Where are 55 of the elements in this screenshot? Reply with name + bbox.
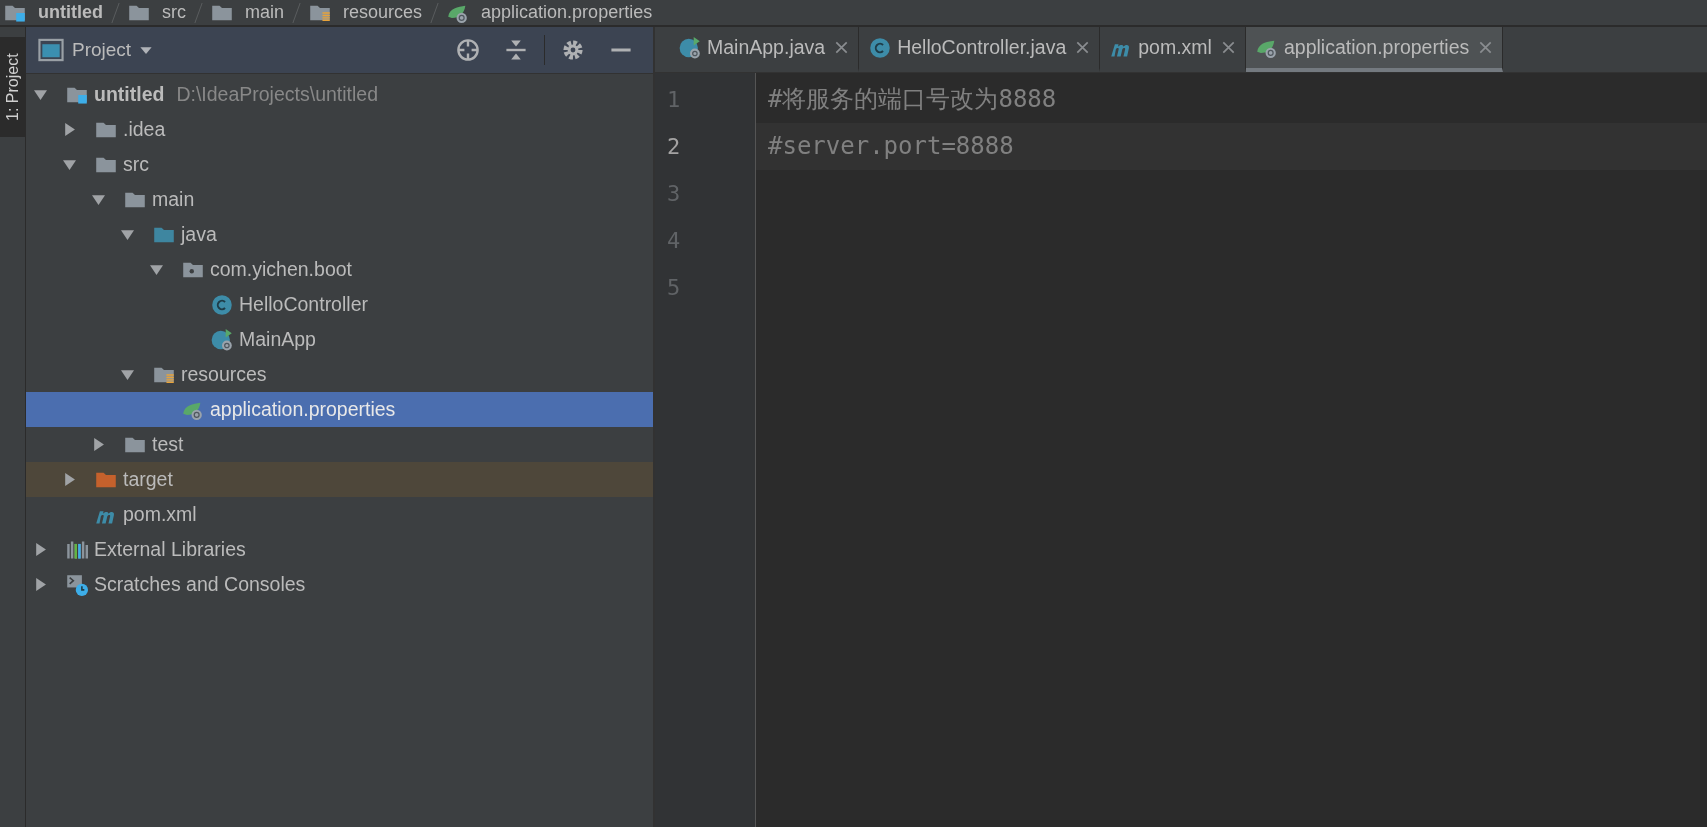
libraries-icon [66,538,88,561]
close-icon[interactable] [1076,41,1090,54]
editor-tab[interactable]: MainApp.java [669,27,860,72]
collapsed-arrow-icon[interactable] [63,123,76,136]
crosshair-icon[interactable] [456,38,480,62]
breadcrumb-item[interactable]: application.properties [481,2,653,23]
tree-item[interactable]: main [26,182,653,217]
tree-item[interactable]: com.yichen.boot [26,252,653,287]
collapse-all-icon[interactable] [504,38,528,62]
tree-item[interactable]: Scratches and Consoles [26,567,653,602]
breadcrumb-item[interactable]: src [162,2,186,23]
editor-tab[interactable]: application.properties [1245,27,1504,72]
expanded-arrow-icon[interactable] [150,263,163,276]
code-comment: #server.port=8888 [768,132,1014,160]
collapsed-arrow-icon[interactable] [34,543,47,556]
tree-item[interactable]: pom.xml [26,497,653,532]
collapsed-arrow-icon[interactable] [34,578,47,591]
close-icon[interactable] [1221,41,1235,54]
spring-class-icon [211,328,233,351]
expanded-arrow-icon[interactable] [92,193,105,206]
class-icon [869,36,892,59]
spring-class-icon [679,36,701,59]
tree-item[interactable]: target [26,462,653,497]
tree-item[interactable]: application.properties [26,392,653,427]
close-icon[interactable] [1479,41,1493,54]
collapsed-arrow-icon[interactable] [92,438,105,451]
breadcrumb-item[interactable]: resources [343,2,423,23]
tree-item[interactable]: .idea [26,112,653,147]
tree-item[interactable]: test [26,427,653,462]
breadcrumb-item[interactable]: untitled [38,2,103,23]
collapsed-arrow-icon[interactable] [63,473,76,486]
expanded-arrow-icon[interactable] [121,368,134,381]
expanded-arrow-icon[interactable] [63,158,76,171]
editor-tab[interactable]: pom.xml [1100,27,1246,72]
expanded-arrow-icon[interactable] [121,228,134,241]
line-number: 2 [666,133,682,161]
expanded-arrow-icon[interactable] [34,88,47,101]
scratches-icon [66,573,88,596]
tree-item[interactable]: src [26,147,653,182]
close-icon[interactable] [835,41,849,54]
project-window-icon [38,38,64,62]
tree-item[interactable]: External Libraries [26,532,653,567]
tree-item[interactable]: untitled D:\IdeaProjects\untitled [26,77,653,112]
class-icon [211,293,233,316]
project-tool-tab[interactable]: 1: Project [0,37,25,137]
tree-item[interactable]: resources [26,357,653,392]
tree-item[interactable]: HelloController [26,287,653,322]
tree-item[interactable]: java [26,217,653,252]
dropdown-caret-icon[interactable] [139,45,154,55]
settings-icon[interactable] [561,38,585,62]
tree-item[interactable]: MainApp [26,322,653,357]
editor-tab[interactable]: HelloController.java [859,27,1101,72]
breadcrumb-item[interactable]: main [245,2,284,23]
panel-title[interactable]: Project [72,39,132,61]
code-comment: #将服务的端口号改为8888 [768,85,1057,113]
